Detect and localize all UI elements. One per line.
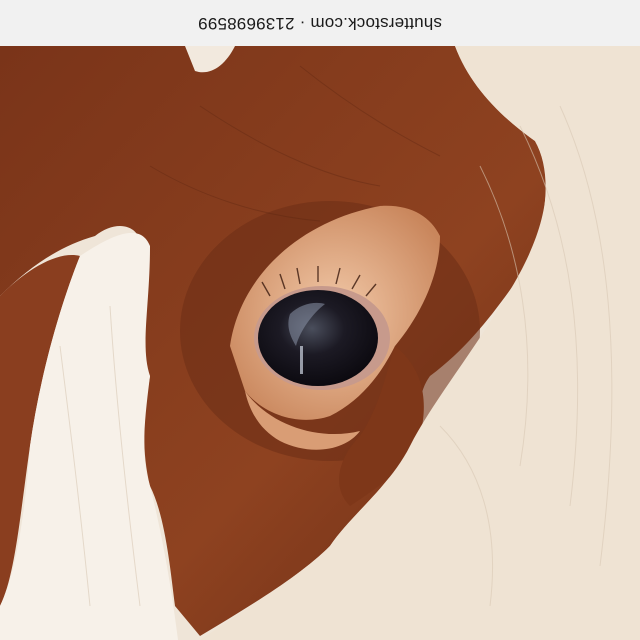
watermark-banner: shutterstock.com · 2139698599 — [0, 0, 640, 46]
watermark-text: shutterstock.com · 2139698599 — [198, 14, 442, 33]
eye-highlight — [300, 346, 303, 374]
cow-eye-photo — [0, 46, 640, 640]
cow-eye-illustration — [0, 46, 640, 640]
